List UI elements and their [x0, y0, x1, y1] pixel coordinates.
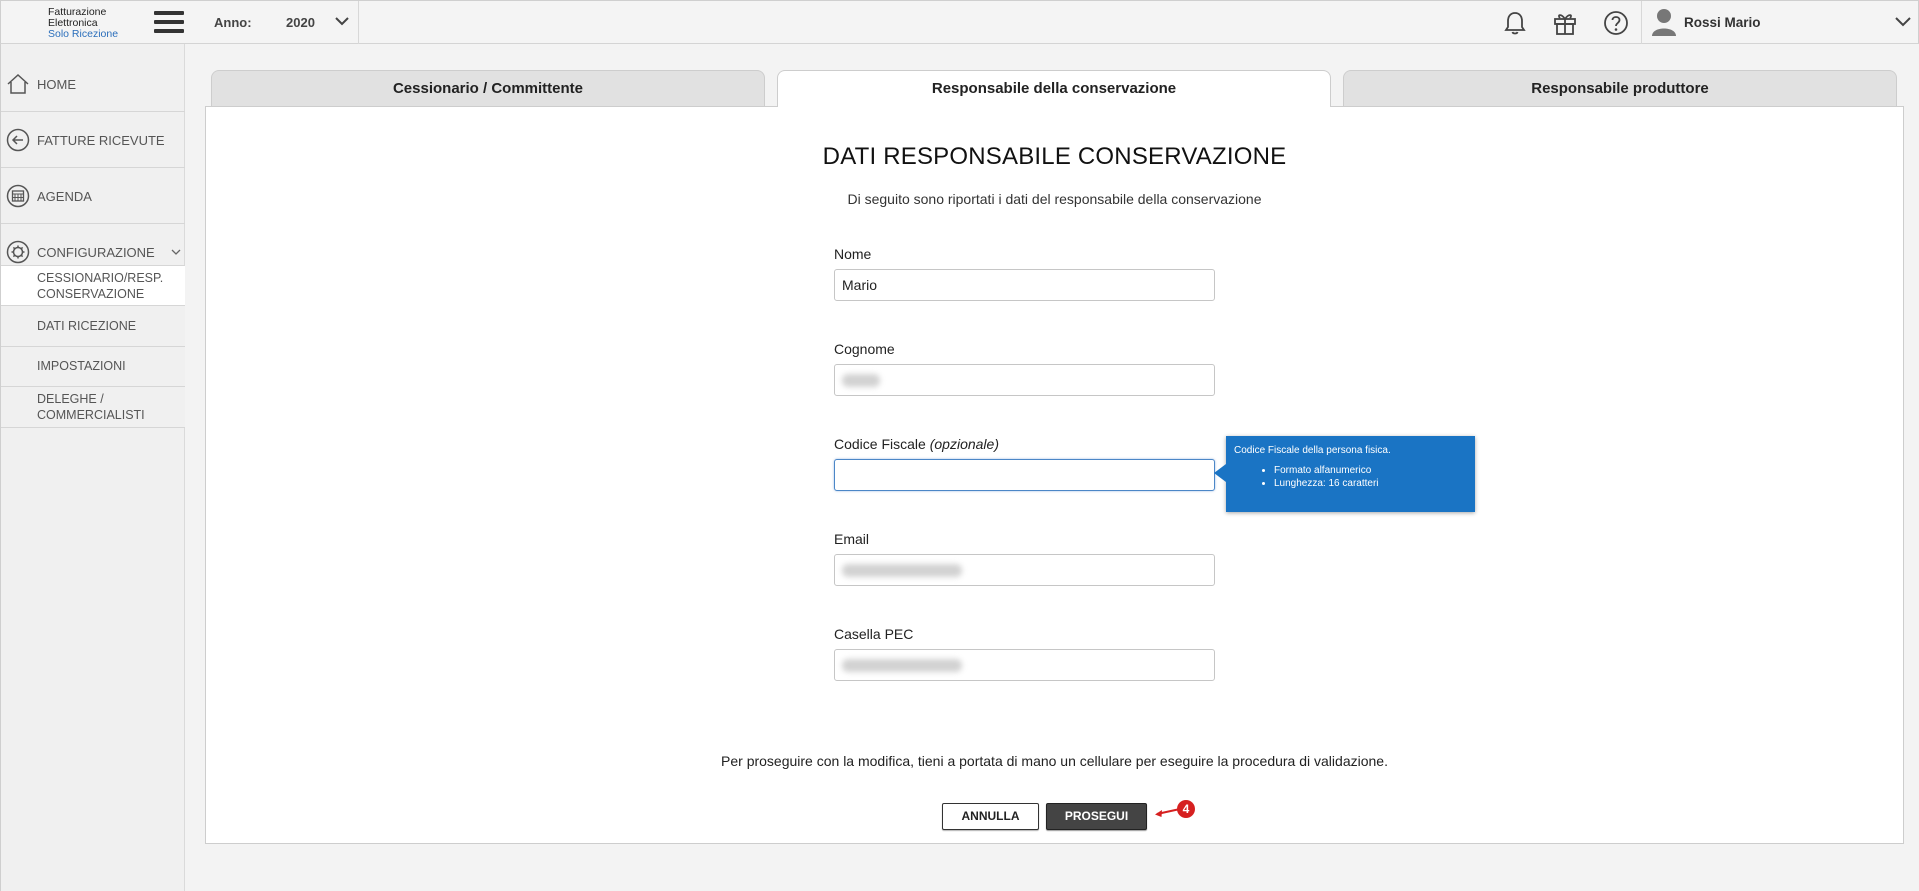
user-avatar-icon[interactable]	[1650, 7, 1678, 37]
gift-icon[interactable]	[1551, 9, 1579, 37]
divider	[358, 1, 359, 44]
year-label: Anno:	[214, 15, 252, 30]
calendar-icon	[6, 184, 30, 208]
sidebar-item-label: AGENDA	[37, 189, 92, 204]
codice-fiscale-label: Codice Fiscale (opzionale)	[834, 436, 999, 452]
validation-notice: Per proseguire con la modifica, tieni a …	[721, 753, 1388, 769]
proceed-button[interactable]: PROSEGUI	[1046, 803, 1147, 830]
divider	[1641, 1, 1642, 44]
redacted-value	[842, 374, 880, 387]
sidebar-item-agenda[interactable]: AGENDA	[1, 168, 185, 224]
redacted-value	[842, 564, 962, 577]
sidebar-item-label: FATTURE RICEVUTE	[37, 133, 165, 148]
hamburger-menu-icon[interactable]	[154, 11, 184, 33]
page-title: DATI RESPONSABILE CONSERVAZIONE	[822, 143, 1287, 170]
sidebar-item-label: HOME	[37, 77, 76, 92]
tooltip-bullet: Lunghezza: 16 caratteri	[1274, 477, 1467, 490]
sidebar-subitem-label: CESSIONARIO/RESP. CONSERVAZIONE	[37, 271, 164, 301]
nome-label: Nome	[834, 246, 872, 262]
sidebar-subitem-label: DATI RICEZIONE	[37, 319, 137, 333]
pec-label: Casella PEC	[834, 626, 914, 642]
sidebar-item-fatture-ricevute[interactable]: FATTURE RICEVUTE	[1, 112, 185, 168]
sidebar-subitem-cessionario[interactable]: CESSIONARIO/RESP. CONSERVAZIONE	[1, 265, 185, 306]
nome-input[interactable]	[834, 269, 1215, 301]
arrow-left-circle-icon	[6, 128, 30, 152]
sidebar-subitem-deleghe[interactable]: DELEGHE / COMMERCIALISTI	[1, 387, 185, 428]
email-label: Email	[834, 531, 870, 547]
chevron-down-icon	[171, 249, 181, 255]
home-icon	[7, 73, 29, 94]
sidebar-item-home[interactable]: HOME	[1, 56, 185, 112]
pec-input[interactable]	[834, 649, 1215, 681]
year-select[interactable]: 2020	[286, 15, 315, 30]
sidebar-subitem-impostazioni[interactable]: IMPOSTAZIONI	[1, 347, 185, 387]
gear-icon	[6, 240, 30, 264]
user-name[interactable]: Rossi Mario	[1684, 15, 1761, 30]
redacted-value	[842, 659, 962, 672]
step-number-badge: 4	[1177, 800, 1195, 818]
cancel-button[interactable]: ANNULLA	[942, 803, 1039, 830]
tab-responsabile-conservazione[interactable]: Responsabile della conservazione	[777, 70, 1331, 107]
help-icon[interactable]	[1602, 9, 1630, 37]
app-logo[interactable]: Fatturazione Elettronica Solo Ricezione	[48, 7, 118, 40]
email-input[interactable]	[834, 554, 1215, 586]
sidebar-subitem-dati-ricezione[interactable]: DATI RICEZIONE	[1, 306, 185, 347]
tooltip-title: Codice Fiscale della persona fisica.	[1234, 445, 1391, 456]
bell-icon[interactable]	[1501, 9, 1529, 37]
logo-line-3: Solo Ricezione	[48, 28, 119, 40]
tooltip-bullet: Formato alfanumerico	[1274, 464, 1467, 477]
chevron-down-icon[interactable]	[1894, 14, 1912, 28]
optional-hint: (opzionale)	[929, 436, 999, 452]
sidebar-item-label: CONFIGURAZIONE	[37, 245, 155, 260]
codice-fiscale-tooltip: Codice Fiscale della persona fisica. For…	[1214, 436, 1475, 512]
sidebar-subitem-label: DELEGHE / COMMERCIALISTI	[37, 392, 145, 422]
sidebar-subitem-label: IMPOSTAZIONI	[37, 359, 126, 373]
page-subtitle: Di seguito sono riportati i dati del res…	[847, 191, 1262, 207]
codice-fiscale-input[interactable]	[834, 459, 1215, 491]
tab-responsabile-produttore[interactable]: Responsabile produttore	[1343, 70, 1897, 106]
tab-cessionario-committente[interactable]: Cessionario / Committente	[211, 70, 765, 106]
top-bar: Fatturazione Elettronica Solo Ricezione …	[0, 0, 1919, 44]
cognome-input[interactable]	[834, 364, 1215, 396]
chevron-down-icon[interactable]	[334, 14, 350, 28]
cognome-label: Cognome	[834, 341, 895, 357]
sidebar: HOME FATTURE RICEVUTE AGENDA CONFIGURAZI…	[0, 44, 185, 891]
